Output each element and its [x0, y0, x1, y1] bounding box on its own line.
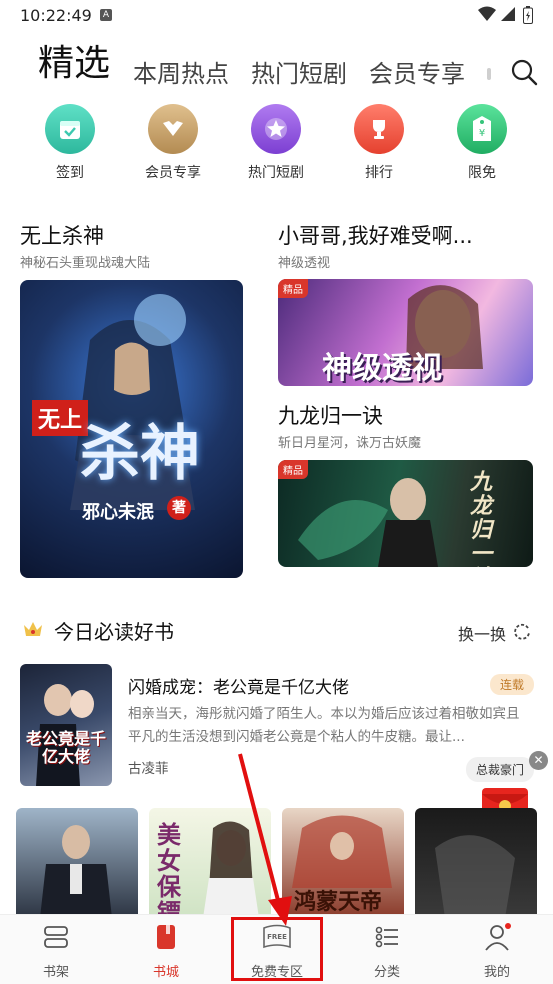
- quick-entry-label: 排行: [365, 165, 393, 181]
- nav-category[interactable]: 分类: [347, 923, 427, 980]
- book-icon: [157, 925, 175, 949]
- quick-entry-label: 限免: [468, 165, 496, 181]
- book-author: 古凌菲: [128, 761, 169, 777]
- battery-icon: [523, 6, 533, 24]
- nav-bookstore[interactable]: 书城: [126, 923, 206, 980]
- search-icon[interactable]: [510, 58, 538, 86]
- book-cover[interactable]: 老公竟是千亿大佬: [20, 664, 112, 786]
- tab-vip[interactable]: 会员专享: [369, 54, 465, 89]
- annotation-arrow: [238, 753, 292, 926]
- profile-icon: [485, 923, 511, 951]
- wifi-icon: [478, 6, 496, 21]
- more-tabs-indicator: [487, 68, 491, 80]
- status-badge: 连载: [490, 674, 535, 695]
- close-icon[interactable]: ✕: [529, 751, 548, 770]
- quick-entry-short-drama[interactable]: 热门短剧: [236, 104, 316, 182]
- nav-label: 我的: [483, 965, 510, 980]
- premium-badge: 精品: [278, 279, 308, 298]
- featured-book-subtitle: 神秘石头重现战魂大陆: [20, 256, 151, 271]
- cover-art: [36, 684, 94, 786]
- bookshelf-icon: [44, 926, 68, 948]
- book-title[interactable]: 闪婚成宠：老公竟是千亿大佬: [128, 673, 349, 698]
- svg-text:¥: ¥: [479, 128, 485, 139]
- category-icon: [375, 926, 398, 948]
- featured-book-cover[interactable]: 无上 杀神 邪心未泯 著: [20, 280, 243, 578]
- quick-entry-checkin[interactable]: 签到: [30, 104, 110, 182]
- cover-title-main: 美女保镖: [157, 820, 181, 919]
- status-bar: 10:22:49 A: [0, 0, 553, 32]
- floating-category-bubble[interactable]: 总裁豪门: [466, 757, 535, 782]
- status-time: 10:22:49: [20, 6, 92, 25]
- section-title: 今日必读好书: [54, 620, 174, 644]
- refresh-icon[interactable]: [512, 622, 532, 642]
- book-cover-small[interactable]: 鸿蒙天帝: [282, 808, 404, 918]
- featured-book-cover[interactable]: 精品 神级透视: [278, 279, 533, 386]
- crown-icon: [24, 622, 42, 636]
- quick-entry-free[interactable]: ¥ 限免: [442, 104, 522, 182]
- nav-bookshelf[interactable]: 书架: [16, 923, 96, 980]
- signal-icon: [501, 7, 515, 21]
- book-cover-small[interactable]: [16, 808, 138, 918]
- featured-book-title[interactable]: 小哥哥,我好难受啊...: [278, 220, 473, 250]
- refresh-button[interactable]: 换一换: [458, 621, 506, 645]
- trophy-icon: [354, 104, 404, 154]
- tab-weekly-hot[interactable]: 本周热点: [133, 54, 229, 89]
- quick-entry-vip[interactable]: 会员专享: [133, 104, 213, 182]
- featured-book-title[interactable]: 九龙归一诀: [278, 400, 383, 430]
- quick-entry-label: 会员专享: [145, 165, 201, 181]
- premium-badge: 精品: [278, 460, 308, 479]
- cover-title-main: 老公竟是千亿大佬: [26, 729, 107, 766]
- crown-icon: [148, 104, 198, 154]
- star-icon: [251, 104, 301, 154]
- cover-author: 邪心未泯: [82, 502, 154, 523]
- quick-entry-label: 签到: [56, 165, 84, 181]
- notification-a-icon: A: [100, 9, 112, 21]
- tab-selected[interactable]: 精选: [38, 34, 110, 86]
- tag-icon: ¥: [457, 104, 507, 154]
- featured-book-subtitle: 斩日月星河，诛万古妖魔: [278, 436, 422, 451]
- nav-label: 书城: [152, 965, 179, 980]
- cover-title-main: 杀神: [80, 419, 200, 489]
- featured-book-cover[interactable]: 精品 九龙归一诀: [278, 460, 533, 567]
- cover-title-main: 神级透视: [322, 351, 442, 386]
- book-description: 相亲当天，海彤就闪婚了陌生人。本以为婚后应该过着相敬如宾且平凡的生活没想到闪婚老…: [128, 706, 520, 745]
- cover-author-badge: 著: [167, 496, 191, 520]
- tab-hot-short-drama[interactable]: 热门短剧: [251, 54, 347, 89]
- cover-title-main: 九龙归一诀: [470, 469, 493, 567]
- nav-label: 分类: [373, 965, 400, 980]
- nav-profile[interactable]: 我的: [457, 923, 537, 980]
- quick-entry-ranking[interactable]: 排行: [339, 104, 419, 182]
- top-tabs: 精选 本周热点 热门短剧 会员专享: [0, 38, 553, 94]
- featured-book-title[interactable]: 无上杀神: [20, 220, 104, 250]
- quick-entry-label: 热门短剧: [248, 165, 304, 181]
- cover-title-main: 鸿蒙天帝: [294, 889, 383, 915]
- nav-label: 书架: [42, 965, 69, 980]
- cover-art: [435, 835, 515, 918]
- book-cover-small[interactable]: [415, 808, 537, 918]
- cover-art: [40, 825, 112, 918]
- calendar-icon: [45, 104, 95, 154]
- featured-book-subtitle: 神级透视: [278, 256, 331, 271]
